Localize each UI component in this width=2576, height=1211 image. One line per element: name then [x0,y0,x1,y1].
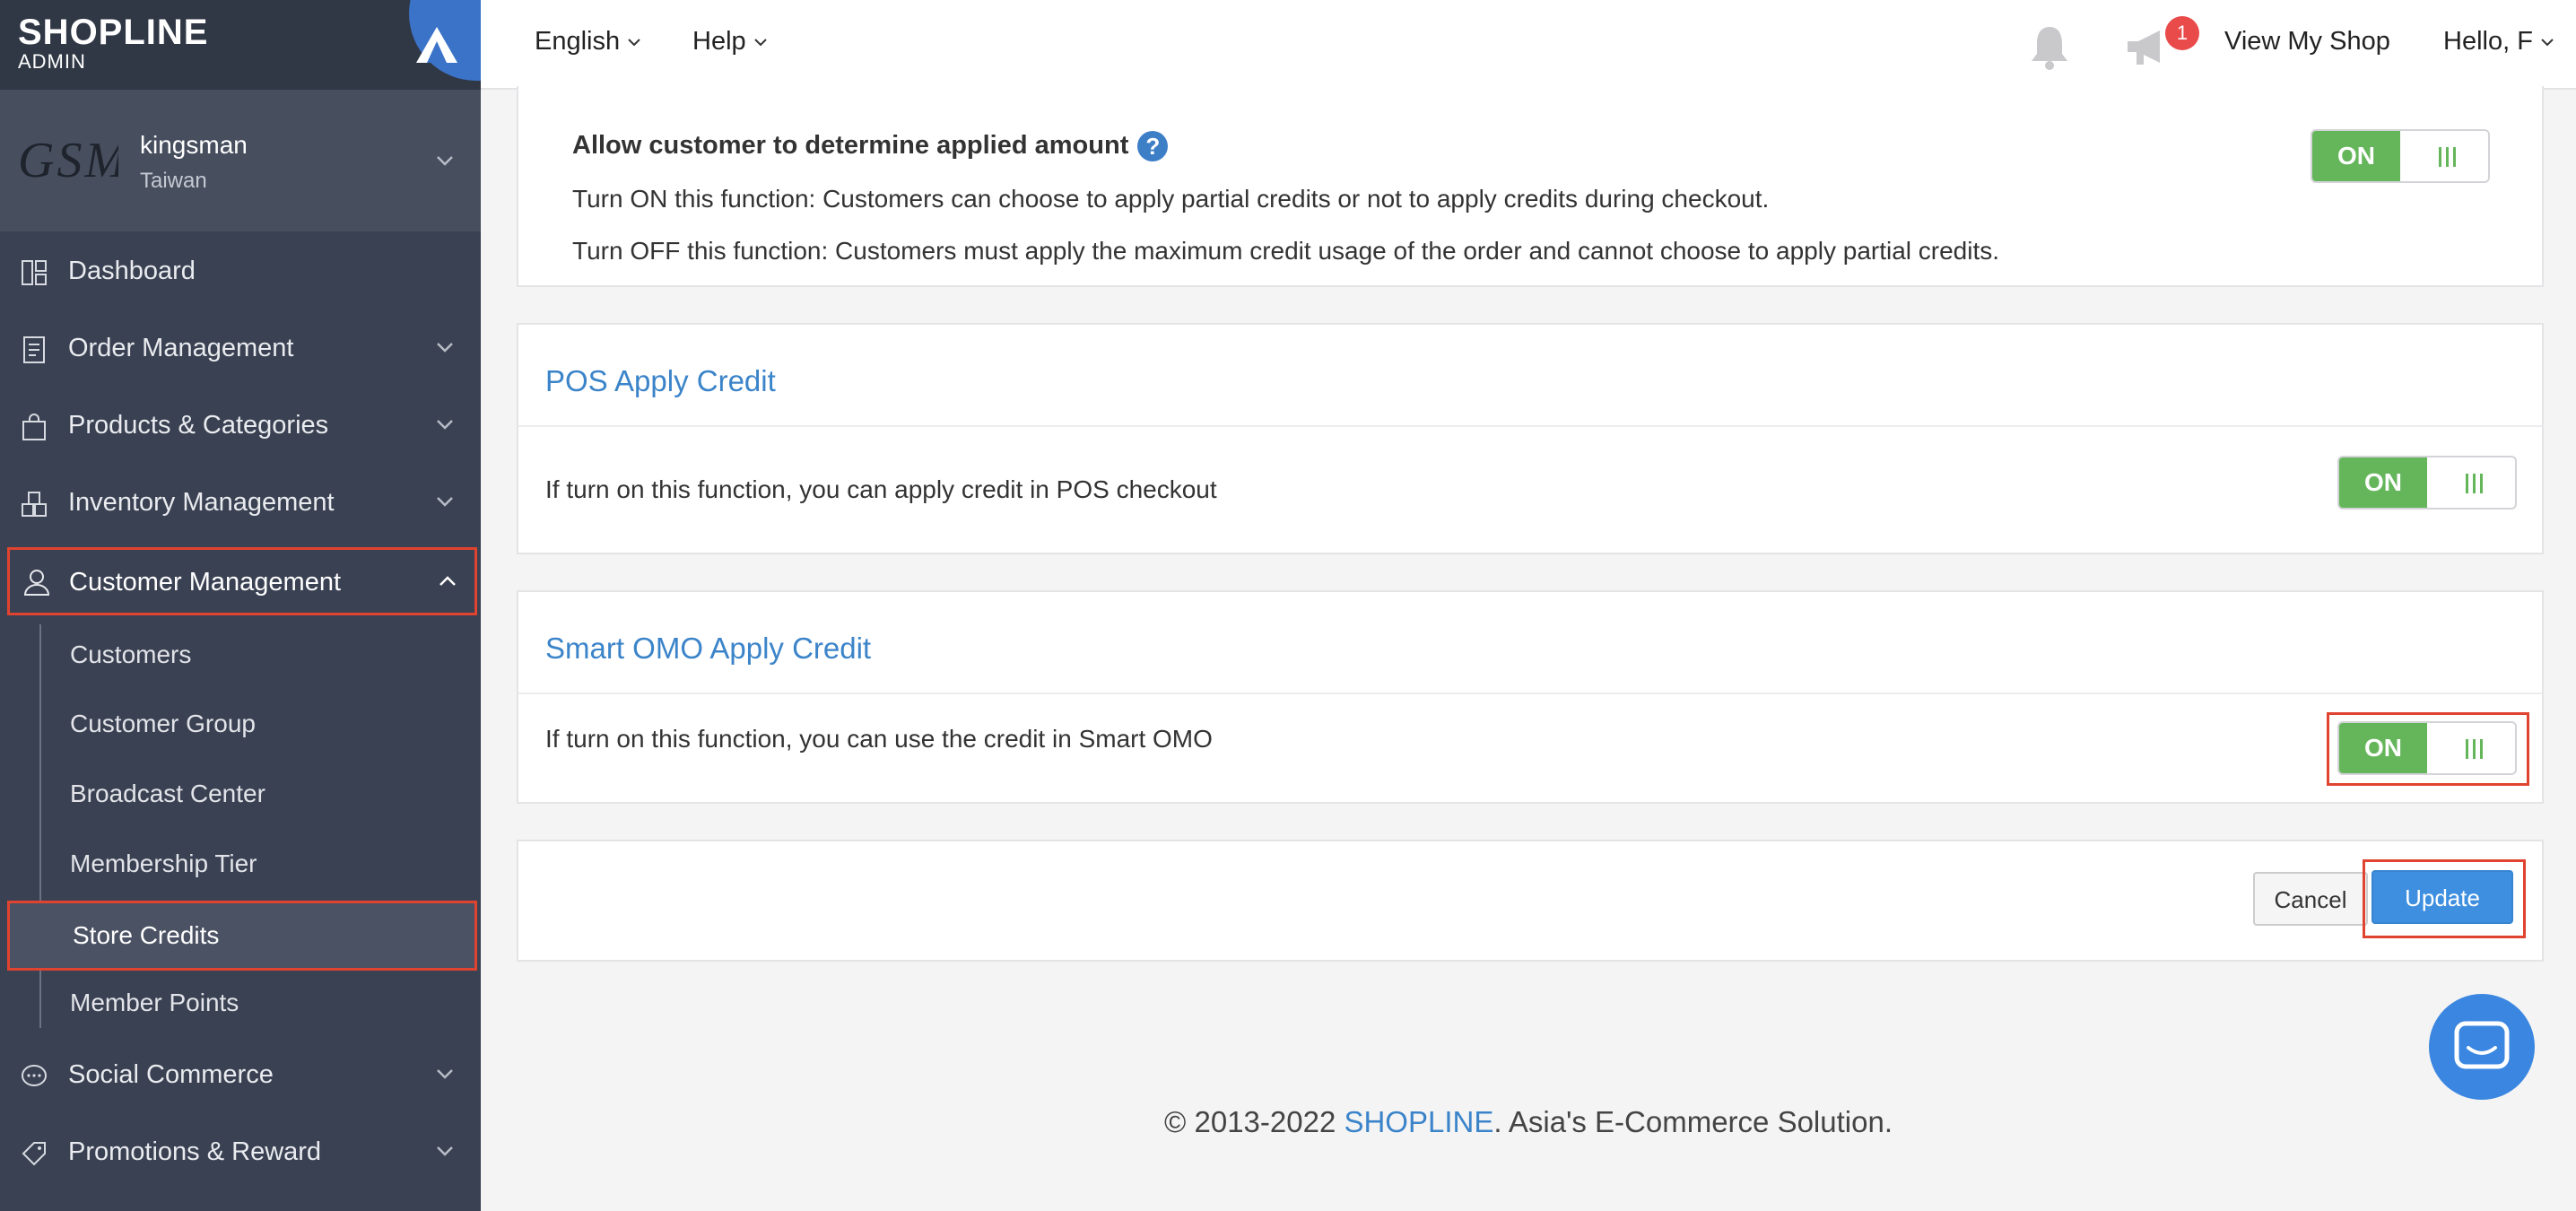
apply-amount-desc-off: Turn OFF this function: Customers must a… [572,237,2000,265]
apply-amount-toggle[interactable]: ON [2311,129,2490,183]
chevron-down-icon [437,1069,453,1079]
divider [518,693,2542,694]
logo-bar: SHOPLINE ADMIN [0,0,481,90]
subitem-label: Customers [70,640,192,668]
subitem-label: Broadcast Center [70,780,265,807]
grip-icon [2466,474,2483,493]
mountain-logo-icon [416,27,457,63]
sidebar-item-label: Inventory Management [68,488,335,517]
toggle-on-label: ON [2312,131,2400,181]
chevron-down-icon [2541,39,2554,47]
sidebar: SHOPLINE ADMIN GSM kingsman Taiwan Dashb… [0,0,481,1211]
bell-icon[interactable] [2027,23,2072,72]
sidebar-item-order-management[interactable]: Order Management [0,310,481,388]
chevron-down-icon [628,39,640,47]
footer-tagline: . Asia's E-Commerce Solution. [1493,1105,1893,1138]
chevron-down-icon [437,420,453,430]
sidebar-subitem-broadcast-center[interactable]: Broadcast Center [0,760,481,828]
bag-icon [22,414,46,440]
help-label: Help [692,27,746,56]
sidebar-item-label: Dashboard [68,257,196,285]
subitem-label: Membership Tier [70,849,257,877]
apply-amount-desc-on: Turn ON this function: Customers can cho… [572,185,1770,213]
chat-icon [2454,1021,2510,1069]
language-label: English [535,27,621,56]
sidebar-subitem-customer-group[interactable]: Customer Group [0,690,481,758]
apply-amount-panel: Allow customer to determine applied amou… [517,86,2544,287]
chevron-down-icon [437,156,453,166]
sidebar-subitem-store-credits[interactable]: Store Credits [7,901,477,971]
sidebar-item-label: Social Commerce [68,1060,274,1089]
sidebar-item-label: Customer Management [69,568,342,597]
sidebar-item-dashboard[interactable]: Dashboard [0,233,481,310]
question-icon[interactable]: ? [1137,131,1169,162]
sidebar-item-customer-management[interactable]: Customer Management [7,547,477,615]
person-icon [23,570,50,596]
help-dropdown[interactable]: Help [692,27,768,57]
chat-bubble-icon [22,1065,47,1086]
cancel-button[interactable]: Cancel [2253,872,2368,926]
sidebar-item-label: Products & Categories [68,411,329,440]
omo-credit-panel: Smart OMO Apply Credit If turn on this f… [517,590,2544,804]
pos-credit-desc: If turn on this function, you can apply … [545,475,1217,503]
shop-avatar: GSM [18,133,118,188]
omo-credit-desc: If turn on this function, you can use th… [545,725,1213,753]
subitem-label: Member Points [70,989,239,1016]
sidebar-item-promotions[interactable]: Promotions & Reward [0,1114,481,1191]
top-header: English Help 1 View My Shop Hello, F [481,0,2576,90]
tag-icon [22,1142,46,1166]
toggle-on-label: ON [2339,723,2427,773]
update-button[interactable]: Update [2371,870,2513,924]
account-switcher[interactable]: GSM kingsman Taiwan [0,90,481,231]
view-my-shop-link[interactable]: View My Shop [2224,27,2390,57]
language-dropdown[interactable]: English [535,27,641,57]
sidebar-item-inventory[interactable]: Inventory Management [0,465,481,542]
sidebar-item-label: Promotions & Reward [68,1137,322,1166]
pos-credit-title: POS Apply Credit [545,364,776,397]
actions-panel: Cancel Update [517,840,2544,962]
greeting-label: Hello, F [2443,27,2533,56]
sidebar-item-label: Order Management [68,334,294,362]
sidebar-item-products[interactable]: Products & Categories [0,388,481,465]
omo-credit-title: Smart OMO Apply Credit [545,632,872,665]
chevron-up-icon [439,576,456,586]
toggle-on-label: ON [2339,457,2427,508]
shop-name: kingsman [140,131,248,159]
footer: © 2013-2022 SHOPLINE. Asia's E-Commerce … [481,1105,2576,1139]
boxes-icon [22,492,47,517]
footer-copyright: © 2013-2022 [1164,1105,1345,1138]
divider [518,425,2542,427]
grip-icon [2439,147,2456,167]
grip-icon [2466,739,2483,759]
chevron-down-icon [437,1146,453,1156]
sidebar-subitem-membership-tier[interactable]: Membership Tier [0,830,481,898]
apply-amount-title: Allow customer to determine applied amou… [572,131,1169,162]
brand-logo[interactable]: SHOPLINE [18,13,208,53]
sidebar-item-social-commerce[interactable]: Social Commerce [0,1037,481,1114]
shop-country: Taiwan [140,169,207,193]
chevron-down-icon [753,39,767,47]
sidebar-subitem-customers[interactable]: Customers [0,621,481,689]
chat-widget-button[interactable] [2429,994,2535,1100]
user-menu[interactable]: Hello, F [2443,27,2554,57]
footer-brand-link[interactable]: SHOPLINE [1344,1105,1493,1138]
notification-badge: 1 [2165,16,2199,50]
dashboard-icon [22,260,47,285]
pos-credit-toggle[interactable]: ON [2337,456,2517,510]
subitem-label: Store Credits [73,921,220,949]
subitem-label: Customer Group [70,710,256,737]
order-icon [23,336,45,363]
sidebar-subitem-member-points[interactable]: Member Points [0,969,481,1037]
omo-credit-toggle[interactable]: ON [2337,721,2517,775]
chevron-down-icon [437,497,453,507]
brand-sub: ADMIN [18,50,86,73]
chevron-down-icon [437,343,453,353]
pos-credit-panel: POS Apply Credit If turn on this functio… [517,323,2544,554]
